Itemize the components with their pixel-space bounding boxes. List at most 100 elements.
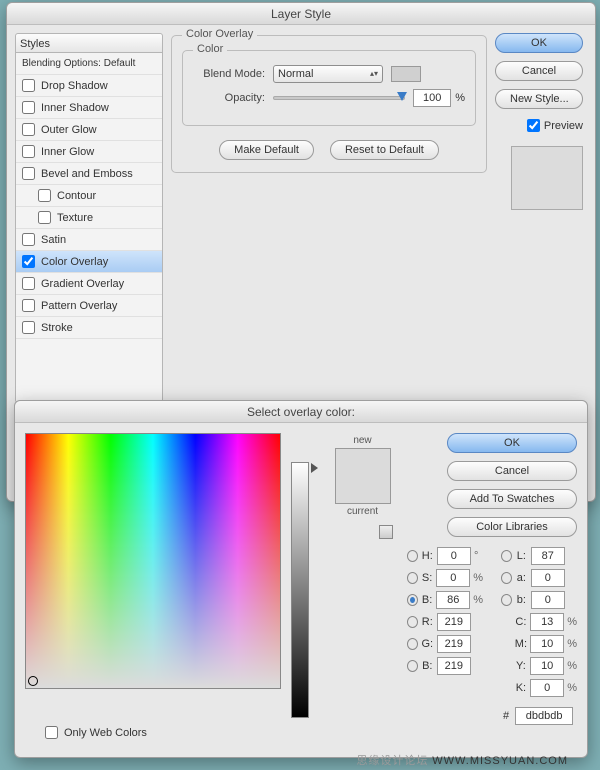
style-item-label: Contour <box>57 190 96 202</box>
styles-list: Blending Options: DefaultDrop Shadow Inne… <box>15 53 163 403</box>
preview-checkbox-input[interactable] <box>527 119 540 132</box>
style-checkbox[interactable] <box>22 233 35 246</box>
watermark-bottom: 思缘设计论坛 WWW.MISSYUAN.COM <box>356 752 568 768</box>
value-input-k[interactable]: 0 <box>530 679 564 697</box>
styles-header: Styles <box>15 33 163 53</box>
value-cell-k: K:0% <box>501 679 577 697</box>
style-item-inner-glow[interactable]: Inner Glow <box>16 141 162 163</box>
value-input-b[interactable]: 86 <box>436 591 470 609</box>
style-checkbox[interactable] <box>22 321 35 334</box>
radio-a[interactable] <box>501 572 512 584</box>
style-item-outer-glow[interactable]: Outer Glow <box>16 119 162 141</box>
style-item-label: Texture <box>57 212 93 224</box>
value-input-y[interactable]: 10 <box>530 657 564 675</box>
overlay-color-swatch[interactable] <box>391 66 421 82</box>
new-style-button[interactable]: New Style... <box>495 89 583 109</box>
only-web-colors-checkbox[interactable]: Only Web Colors <box>45 726 147 739</box>
style-item-label: Outer Glow <box>41 124 97 136</box>
value-unit: % <box>473 572 483 584</box>
style-item-satin[interactable]: Satin <box>16 229 162 251</box>
value-input-b[interactable]: 0 <box>531 591 565 609</box>
opacity-input[interactable]: 100 <box>413 89 451 107</box>
only-web-colors-input[interactable] <box>45 726 58 739</box>
value-input-l[interactable]: 87 <box>531 547 565 565</box>
style-item-color-overlay[interactable]: Color Overlay <box>16 251 162 273</box>
value-input-m[interactable]: 10 <box>530 635 564 653</box>
preview-checkbox[interactable]: Preview <box>495 119 583 132</box>
cancel-button[interactable]: Cancel <box>495 61 583 81</box>
color-libraries-button[interactable]: Color Libraries <box>447 517 577 537</box>
opacity-slider[interactable] <box>273 96 405 100</box>
value-input-a[interactable]: 0 <box>531 569 565 587</box>
hex-input[interactable]: dbdbdb <box>515 707 573 725</box>
add-swatch-button[interactable]: Add To Swatches <box>447 489 577 509</box>
value-label: G: <box>421 638 434 650</box>
style-checkbox[interactable] <box>22 123 35 136</box>
radio-l[interactable] <box>501 550 512 562</box>
radio-r[interactable] <box>407 616 418 628</box>
style-item-inner-shadow[interactable]: Inner Shadow <box>16 97 162 119</box>
style-checkbox[interactable] <box>22 299 35 312</box>
slider-thumb-icon[interactable] <box>397 92 407 101</box>
style-checkbox[interactable] <box>38 189 51 202</box>
ok-button[interactable]: OK <box>495 33 583 53</box>
value-cell-m: M:10% <box>501 635 577 653</box>
value-cell-b: B:219 <box>407 657 483 675</box>
style-checkbox[interactable] <box>38 211 51 224</box>
ok-button[interactable]: OK <box>447 433 577 453</box>
make-default-button[interactable]: Make Default <box>219 140 314 160</box>
style-item-texture[interactable]: Texture <box>16 207 162 229</box>
current-label: current <box>347 506 378 517</box>
radio-s[interactable] <box>407 572 418 584</box>
style-checkbox[interactable] <box>22 255 35 268</box>
style-checkbox[interactable] <box>22 167 35 180</box>
value-input-s[interactable]: 0 <box>436 569 470 587</box>
value-cell-l: L:87 <box>501 547 577 565</box>
current-color-swatch <box>336 476 390 503</box>
dialog-title: Select overlay color: <box>15 401 587 423</box>
value-label: C: <box>515 616 527 628</box>
value-label: L: <box>515 550 528 562</box>
style-item-gradient-overlay[interactable]: Gradient Overlay <box>16 273 162 295</box>
bar-pointer-icon[interactable] <box>311 463 318 473</box>
style-item-label: Inner Shadow <box>41 102 109 114</box>
blend-mode-select[interactable]: Normal ▴▾ <box>273 65 383 83</box>
radio-h[interactable] <box>407 550 418 562</box>
style-checkbox[interactable] <box>22 145 35 158</box>
style-checkbox[interactable] <box>22 101 35 114</box>
radio-b[interactable] <box>407 660 418 672</box>
radio-b[interactable] <box>407 594 418 606</box>
new-current-swatch[interactable] <box>335 448 391 504</box>
blending-options-row[interactable]: Blending Options: Default <box>16 53 162 75</box>
cancel-button[interactable]: Cancel <box>447 461 577 481</box>
value-input-b[interactable]: 219 <box>437 657 471 675</box>
style-checkbox[interactable] <box>22 277 35 290</box>
value-input-r[interactable]: 219 <box>437 613 471 631</box>
radio-g[interactable] <box>407 638 418 650</box>
value-input-g[interactable]: 219 <box>437 635 471 653</box>
value-label: R: <box>421 616 434 628</box>
value-label: M: <box>515 638 527 650</box>
color-overlay-group: Color Overlay Color Blend Mode: Normal ▴… <box>171 35 487 173</box>
value-cell-spacer <box>407 679 483 697</box>
value-unit: % <box>567 616 577 628</box>
brightness-bar[interactable] <box>291 462 309 718</box>
spectrum-cursor-icon[interactable] <box>28 676 38 686</box>
value-cell-c: C:13% <box>501 613 577 631</box>
value-input-h[interactable]: 0 <box>437 547 471 565</box>
reset-default-button[interactable]: Reset to Default <box>330 140 439 160</box>
style-item-drop-shadow[interactable]: Drop Shadow <box>16 75 162 97</box>
radio-b[interactable] <box>501 594 512 606</box>
style-checkbox[interactable] <box>22 79 35 92</box>
cube-icon[interactable] <box>379 525 393 539</box>
style-item-label: Stroke <box>41 322 73 334</box>
style-item-pattern-overlay[interactable]: Pattern Overlay <box>16 295 162 317</box>
style-item-stroke[interactable]: Stroke <box>16 317 162 339</box>
style-item-bevel-and-emboss[interactable]: Bevel and Emboss <box>16 163 162 185</box>
value-input-c[interactable]: 13 <box>530 613 564 631</box>
chevron-updown-icon: ▴▾ <box>370 70 378 78</box>
color-spectrum[interactable] <box>25 433 281 689</box>
value-label: H: <box>421 550 434 562</box>
style-item-contour[interactable]: Contour <box>16 185 162 207</box>
value-cell-r: R:219 <box>407 613 483 631</box>
